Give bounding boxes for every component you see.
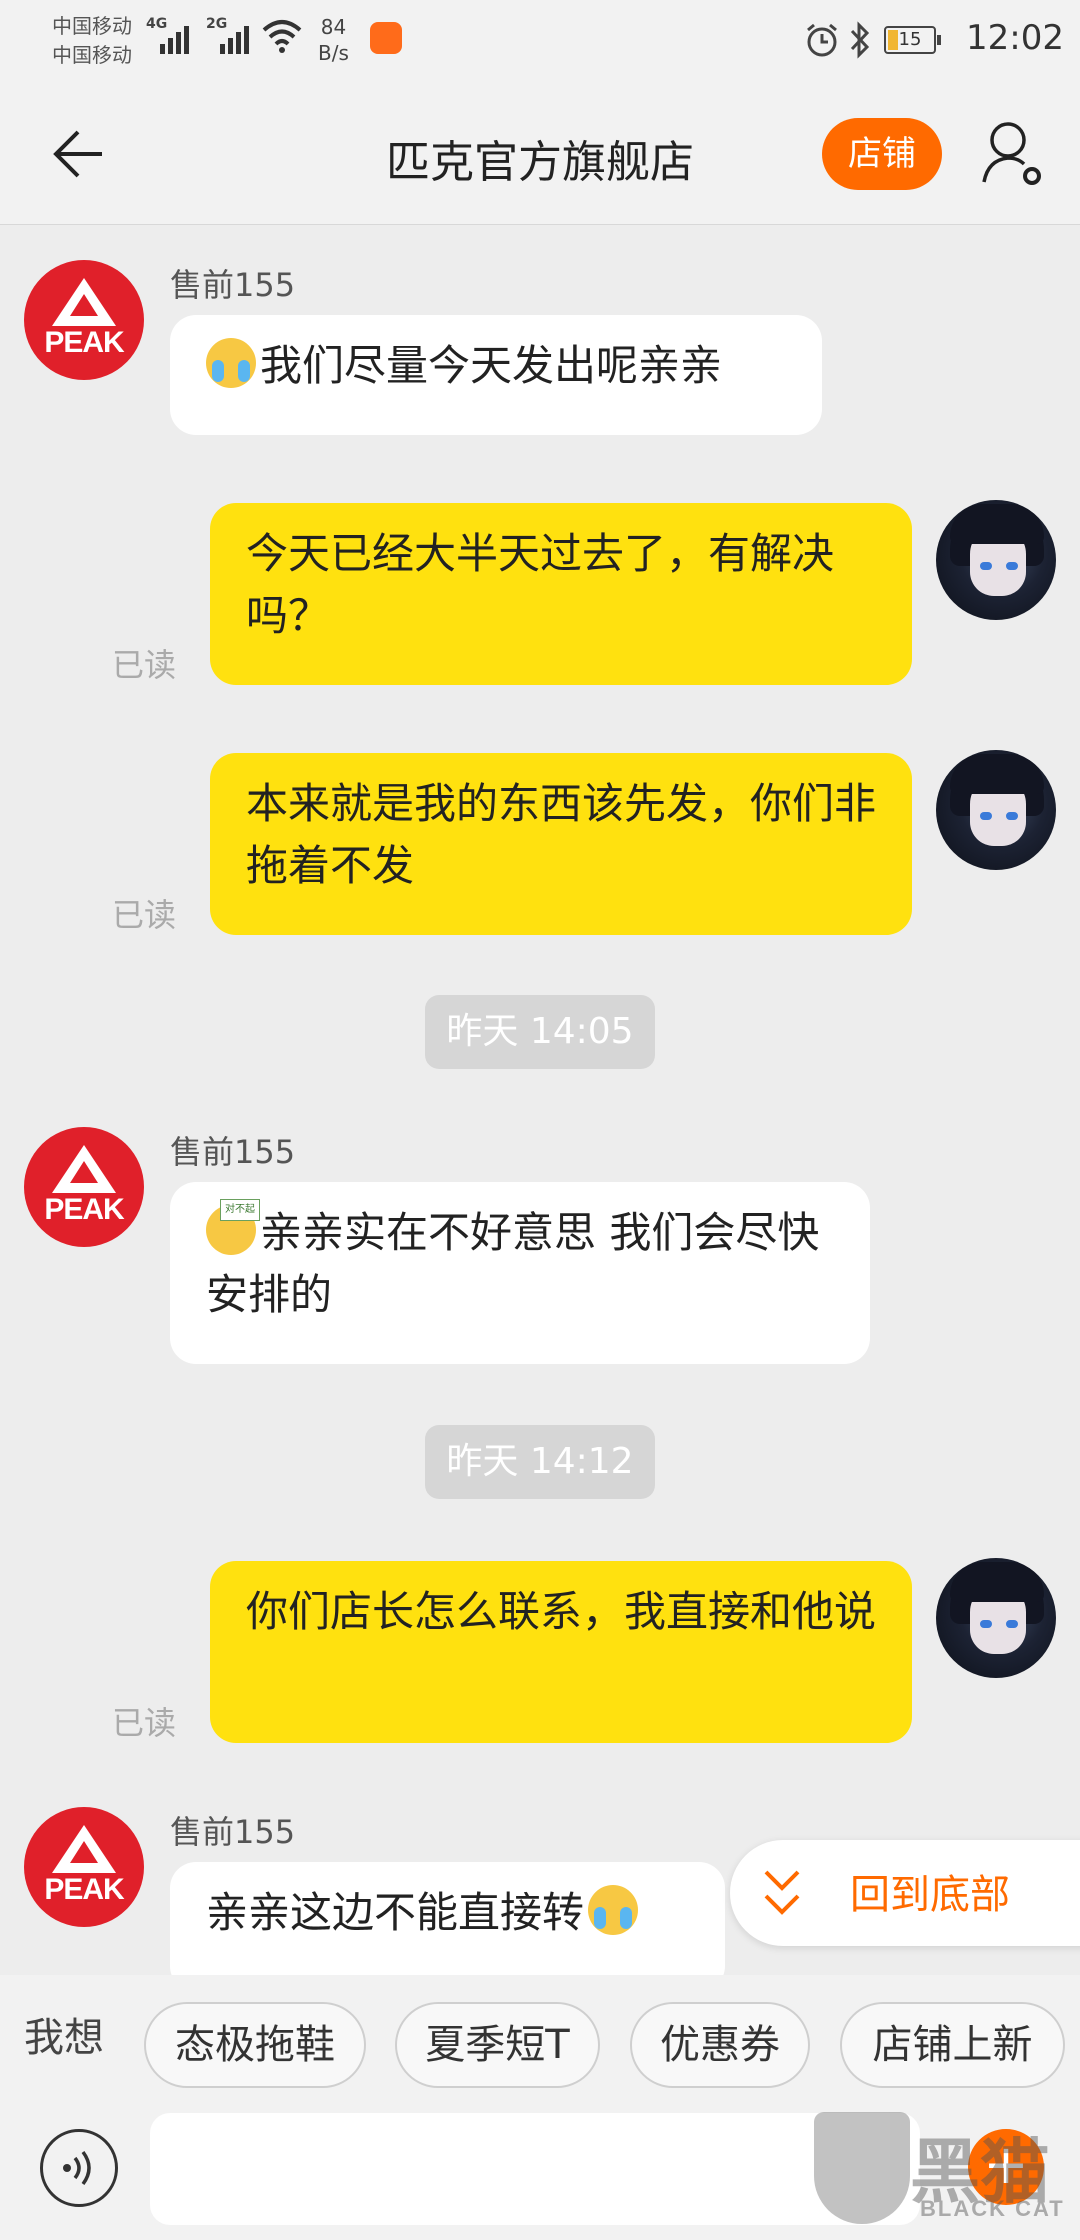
net-speed: 84 B/s bbox=[318, 14, 349, 66]
suggestion-chip[interactable]: 态极拖鞋 bbox=[144, 2002, 366, 2088]
outgoing-message[interactable]: 你们店长怎么联系，我直接和他说 bbox=[210, 1561, 912, 1743]
message-text: 你们店长怎么联系，我直接和他说 bbox=[246, 1587, 877, 1636]
battery-level: 15 bbox=[898, 29, 922, 50]
sorry-emoji-icon: 对不起 bbox=[206, 1199, 260, 1255]
user-avatar[interactable] bbox=[936, 1558, 1056, 1678]
outgoing-message[interactable]: 今天已经大半天过去了，有解决吗？ bbox=[210, 503, 912, 685]
shop-avatar[interactable]: PEAK bbox=[24, 260, 144, 380]
double-chevron-down-icon bbox=[764, 1870, 800, 1915]
suggestion-chip[interactable]: 优惠券 bbox=[630, 2002, 810, 2088]
incoming-message[interactable]: 我们尽量今天发出呢亲亲 bbox=[170, 315, 822, 435]
timestamp: 昨天 14:12 bbox=[425, 1425, 655, 1499]
read-status: 已读 bbox=[112, 1704, 177, 1742]
outgoing-message[interactable]: 本来就是我的东西该先发，你们非拖着不发 bbox=[210, 753, 912, 935]
message-text: 本来就是我的东西该先发，你们非拖着不发 bbox=[246, 779, 877, 890]
app-notification-icon bbox=[370, 22, 402, 54]
voice-input-button[interactable] bbox=[40, 2129, 118, 2207]
carrier-1: 中国移动 bbox=[52, 14, 132, 38]
incoming-message[interactable]: 对不起 亲亲实在不好意思 我们会尽快安排的 bbox=[170, 1182, 870, 1364]
timestamp: 昨天 14:05 bbox=[425, 995, 655, 1069]
voice-icon bbox=[63, 2150, 91, 2186]
suggestion-chip[interactable]: 夏季短T bbox=[395, 2002, 600, 2088]
quick-label: 我想 bbox=[24, 2015, 104, 2061]
message-list[interactable]: PEAK 售前155 我们尽量今天发出呢亲亲 今天已经大半天过去了，有解决吗？ … bbox=[0, 225, 1080, 1992]
status-bar: 中国移动 中国移动 4G 2G 84 B/s 15 12:02 bbox=[0, 0, 1080, 86]
read-status: 已读 bbox=[112, 896, 177, 934]
jump-to-bottom-button[interactable]: 回到底部 bbox=[730, 1840, 1080, 1946]
incoming-message[interactable]: 亲亲这边不能直接转 bbox=[170, 1862, 725, 1992]
net-speed-value: 84 bbox=[320, 15, 347, 39]
battery-icon: 15 bbox=[884, 26, 941, 54]
suggestion-chip[interactable]: 店铺上新 bbox=[840, 2002, 1065, 2088]
quick-suggestions: 我想 态极拖鞋 夏季短T 优惠券 店铺上新 bbox=[0, 1975, 1080, 2095]
crying-emoji-icon bbox=[206, 338, 256, 388]
net-speed-unit: B/s bbox=[318, 41, 349, 65]
user-avatar[interactable] bbox=[936, 750, 1056, 870]
bluetooth-icon bbox=[850, 21, 870, 59]
wifi-icon bbox=[262, 20, 302, 53]
chat-header: 匹克官方旗舰店 店铺 bbox=[0, 86, 1080, 225]
watermark-sub: BLACK CAT bbox=[920, 2196, 1065, 2221]
message-input[interactable] bbox=[150, 2113, 920, 2225]
sender-name: 售前155 bbox=[170, 266, 296, 304]
user-avatar[interactable] bbox=[936, 500, 1056, 620]
carrier-info: 中国移动 中国移动 bbox=[52, 12, 132, 70]
clock: 12:02 bbox=[966, 18, 1064, 58]
alarm-icon bbox=[807, 23, 837, 57]
peak-logo-text: PEAK bbox=[44, 326, 124, 359]
sender-name: 售前155 bbox=[170, 1133, 296, 1171]
cat-shield-icon bbox=[814, 2112, 910, 2224]
message-text: 亲亲实在不好意思 我们会尽快安排的 bbox=[206, 1208, 820, 1319]
shop-button[interactable]: 店铺 bbox=[822, 118, 942, 190]
message-text: 我们尽量今天发出呢亲亲 bbox=[260, 341, 723, 390]
sender-name: 售前155 bbox=[170, 1813, 296, 1851]
message-text: 亲亲这边不能直接转 bbox=[206, 1888, 585, 1937]
read-status: 已读 bbox=[112, 646, 177, 684]
signal-2-icon bbox=[220, 20, 249, 54]
message-text: 今天已经大半天过去了，有解决吗？ bbox=[246, 529, 835, 640]
jump-to-bottom-label: 回到底部 bbox=[850, 1872, 1010, 1918]
carrier-2: 中国移动 bbox=[52, 43, 132, 67]
signal-1-icon bbox=[160, 20, 189, 54]
user-settings-icon[interactable] bbox=[980, 120, 1044, 190]
crying-emoji-icon bbox=[588, 1885, 639, 1935]
peak-logo-text: PEAK bbox=[44, 1193, 124, 1226]
peak-logo-text: PEAK bbox=[44, 1873, 124, 1906]
shop-avatar[interactable]: PEAK bbox=[24, 1807, 144, 1927]
shop-avatar[interactable]: PEAK bbox=[24, 1127, 144, 1247]
sorry-sign-text: 对不起 bbox=[220, 1199, 260, 1221]
blackcat-watermark: 黑猫 BLACK CAT bbox=[810, 2112, 1080, 2240]
